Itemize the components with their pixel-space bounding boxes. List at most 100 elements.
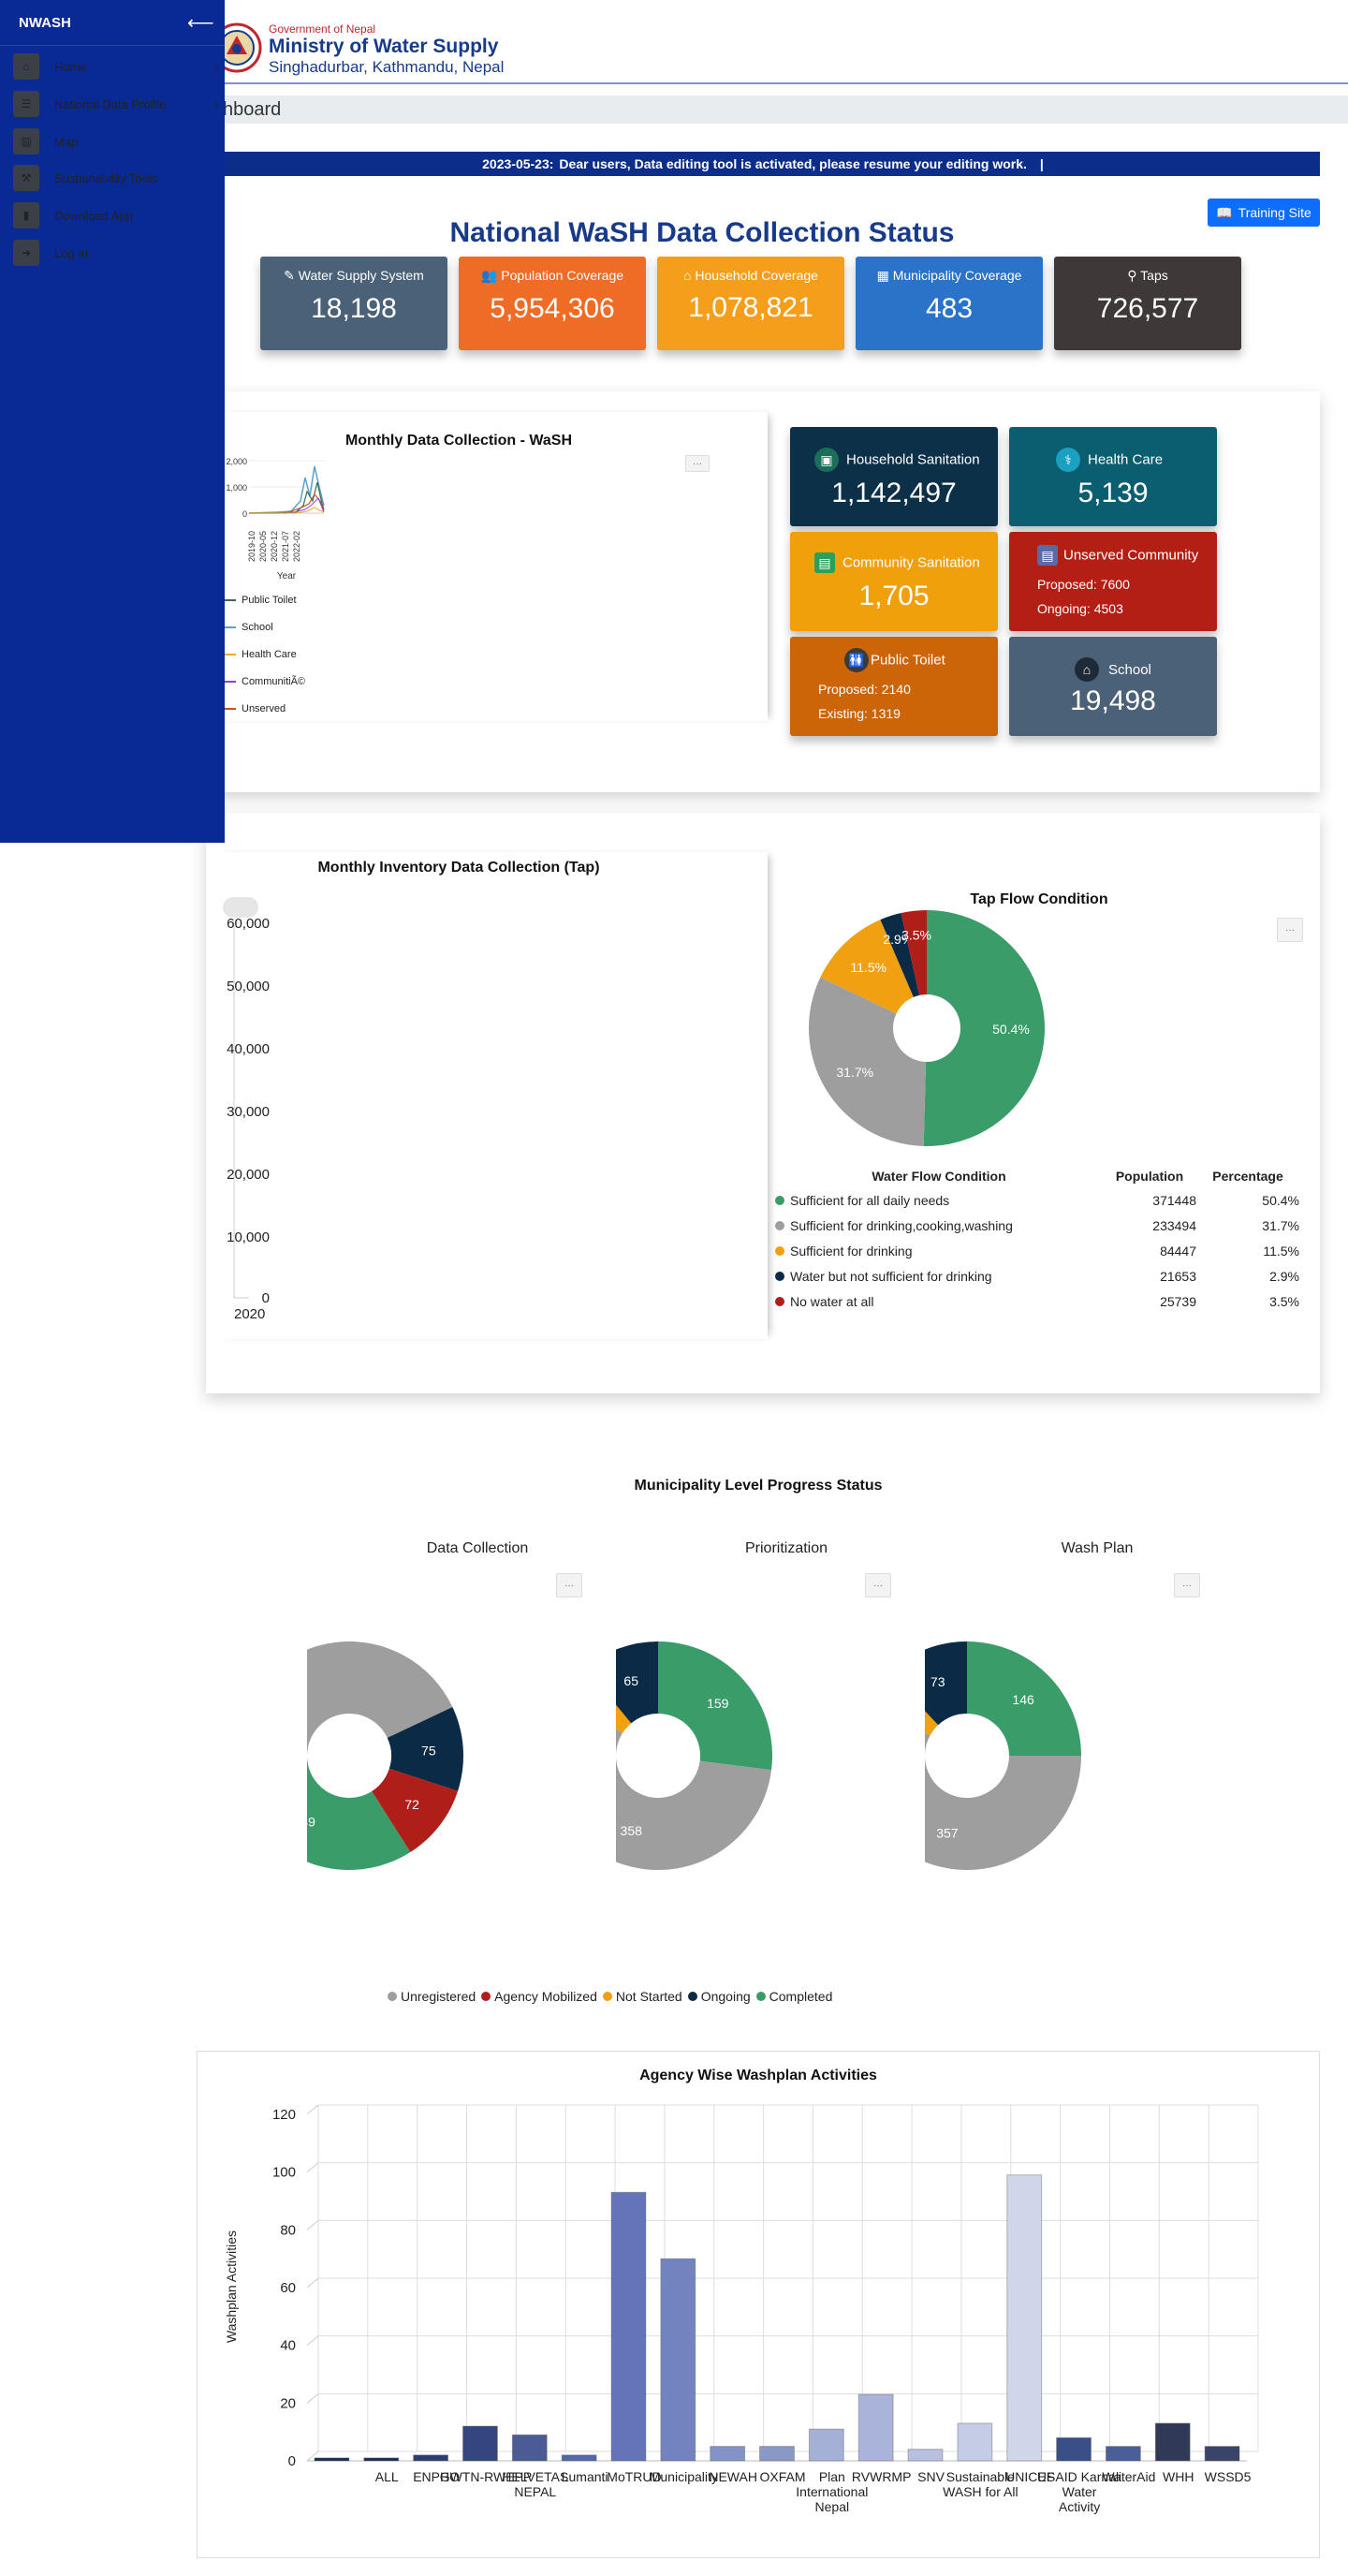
- x-tick: 2020-12: [270, 531, 279, 562]
- chart-menu-button[interactable]: ···: [1277, 918, 1303, 942]
- bar: [314, 2457, 350, 2462]
- community-icon: ▤: [814, 552, 835, 573]
- notice-text: Dear users, Data editing tool is activat…: [559, 156, 1027, 171]
- chart-menu-button[interactable]: ···: [1174, 1573, 1200, 1597]
- legend-item[interactable]: Agency Mobilized: [481, 1989, 597, 2004]
- chart-menu-button[interactable]: ···: [865, 1573, 891, 1597]
- card-unserved-community[interactable]: ▤ Unserved Community Proposed: 7600 Ongoi…: [1009, 532, 1217, 631]
- tools-icon: ⚒: [13, 165, 39, 191]
- x-tick: WaterAid: [1102, 2469, 1155, 2484]
- toilet-icon: ▣: [814, 448, 839, 472]
- agency-chart-title: Agency Wise Washplan Activities: [639, 2068, 877, 2083]
- stat-card-municipality[interactable]: ▦ Municipality Coverage 483: [856, 257, 1043, 350]
- legend-item[interactable]: Ongoing: [687, 1989, 751, 2004]
- y-tick: 100: [272, 2165, 296, 2181]
- card-health-care[interactable]: ⚕ Health Care 5,139: [1009, 427, 1217, 526]
- bar: [857, 2393, 894, 2462]
- x-tick: 2020-05: [258, 531, 268, 562]
- x-tick: 2019-10: [247, 531, 256, 562]
- stat-card-household[interactable]: ⌂ Household Coverage 1,078,821: [657, 257, 844, 350]
- card-school[interactable]: ⌂ School 19,498: [1009, 637, 1217, 736]
- donut-wash-plan: 146 357 73: [925, 1641, 1081, 1870]
- building-icon: ▦: [876, 268, 889, 283]
- card-public-toilet[interactable]: 🚻 Public Toilet Proposed: 2140 Existing: …: [790, 637, 998, 736]
- chevron-right-icon: ›: [214, 96, 219, 111]
- chart-menu-button[interactable]: ···: [685, 455, 710, 472]
- edit-icon: ✎: [284, 268, 295, 283]
- bar: [907, 2449, 944, 2462]
- donut-title-wash-plan: Wash Plan: [1061, 1540, 1134, 1556]
- legend-item[interactable]: Unregistered: [388, 1989, 476, 2004]
- sidebar-item-download-app[interactable]: ▮ Download App: [13, 201, 219, 229]
- card-community-sanitation[interactable]: ▤ Community Sanitation 1,705: [790, 532, 998, 631]
- slice-label: 146: [1012, 1692, 1034, 1707]
- tap-flow-donut-chart: 50.4%31.7%11.5%2.9%3.5%: [809, 910, 1046, 1146]
- bar: [413, 2454, 449, 2462]
- slice-label: 3.5%: [901, 928, 931, 943]
- legend-item[interactable]: Health Care: [225, 641, 305, 669]
- slice-label: 50.4%: [992, 1022, 1030, 1037]
- slice-label: 75: [421, 1744, 436, 1759]
- notice-banner: 2023-05-23: Dear users, Data editing too…: [206, 152, 1320, 176]
- school-icon: ⌂: [1075, 657, 1099, 682]
- donut-title-data-collection: Data Collection: [426, 1540, 529, 1556]
- government-label: Government of Nepal: [269, 22, 376, 36]
- y-tick: 40: [280, 2338, 296, 2354]
- y-tick: 0: [242, 509, 247, 519]
- y-tick: 40,000: [227, 1041, 270, 1057]
- notice-date: 2023-05-23:: [482, 156, 554, 171]
- training-site-button[interactable]: 📖 Training Site: [1208, 199, 1320, 227]
- x-tick: NEWAH: [709, 2469, 757, 2484]
- ministry-address: Singhadurbar, Kathmandu, Nepal: [269, 58, 505, 76]
- sidebar-item-home[interactable]: ⌂ Home ›: [13, 52, 219, 81]
- sidebar-item-map[interactable]: ▥ Map: [13, 127, 219, 155]
- y-tick: 0: [288, 2453, 296, 2469]
- mobile-icon: ▮: [13, 202, 39, 228]
- bar: [610, 2191, 647, 2462]
- donut-title-prioritization: Prioritization: [744, 1540, 828, 1556]
- bar: [1105, 2446, 1141, 2462]
- stat-card-water-supply[interactable]: ✎ Water Supply System 18,198: [260, 257, 447, 350]
- grid-line: [306, 2277, 319, 2289]
- sidebar-divider: [0, 45, 225, 46]
- stat-card-population[interactable]: 👥 Population Coverage 5,954,306: [459, 257, 646, 350]
- chart-menu-button[interactable]: ···: [556, 1573, 582, 1597]
- bar: [1006, 2174, 1043, 2462]
- x-tick: 2022-02: [292, 531, 301, 562]
- y-tick: 60,000: [227, 916, 270, 932]
- tap-flow-table: Water Flow Condition Population Percenta…: [775, 1169, 1299, 1319]
- sidebar-item-sustainability-tools[interactable]: ⚒ Sustainability Tools: [13, 164, 219, 192]
- legend-item[interactable]: Not Started: [602, 1989, 682, 2004]
- table-row: Water but not sufficient for drinking 21…: [775, 1269, 1299, 1294]
- ministry-name: Ministry of Water Supply: [269, 36, 499, 57]
- x-tick: Lumanti: [562, 2469, 608, 2484]
- tap-icon: ⚲: [1127, 268, 1137, 283]
- agency-bar-chart: Washplan Activities 020406080100120ALL EN…: [224, 2104, 1259, 2514]
- grid-line: [306, 2162, 319, 2173]
- x-tick: 2021-07: [281, 531, 290, 562]
- notice-separator: |: [1039, 156, 1044, 171]
- sidebar-item-login[interactable]: ➜ Log In: [13, 239, 219, 267]
- donut-slice: [809, 977, 927, 1146]
- document-icon: ▤: [1037, 545, 1058, 566]
- restroom-icon: 🚻: [844, 648, 869, 672]
- legend-item[interactable]: School: [225, 614, 305, 641]
- table-header: Population: [1115, 1169, 1184, 1184]
- y-tick: 10,000: [227, 1229, 270, 1245]
- grid-line: [306, 2219, 319, 2230]
- arrow-left-icon[interactable]: ⟵: [187, 11, 214, 35]
- grid-line: [306, 2335, 319, 2347]
- slice-label: 249: [307, 1814, 315, 1829]
- stat-value: 1,078,821: [688, 292, 813, 323]
- legend-item[interactable]: Public Toilet: [225, 587, 305, 614]
- login-icon: ➜: [13, 240, 39, 266]
- stat-card-taps[interactable]: ⚲ Taps 726,577: [1054, 257, 1241, 350]
- table-row: Sufficient for drinking 84447 11.5%: [775, 1244, 1299, 1269]
- sidebar-item-national-data-profile[interactable]: ☰ National Data Profile ›: [13, 90, 219, 118]
- legend-item[interactable]: Completed: [755, 1989, 832, 2004]
- bar: [710, 2446, 746, 2462]
- card-household-sanitation[interactable]: ▣ Household Sanitation 1,142,497: [790, 427, 998, 526]
- legend-item[interactable]: Unserved: [225, 696, 305, 723]
- book-icon: 📖: [1216, 204, 1233, 220]
- legend-item[interactable]: CommunitiÃ©: [225, 669, 305, 696]
